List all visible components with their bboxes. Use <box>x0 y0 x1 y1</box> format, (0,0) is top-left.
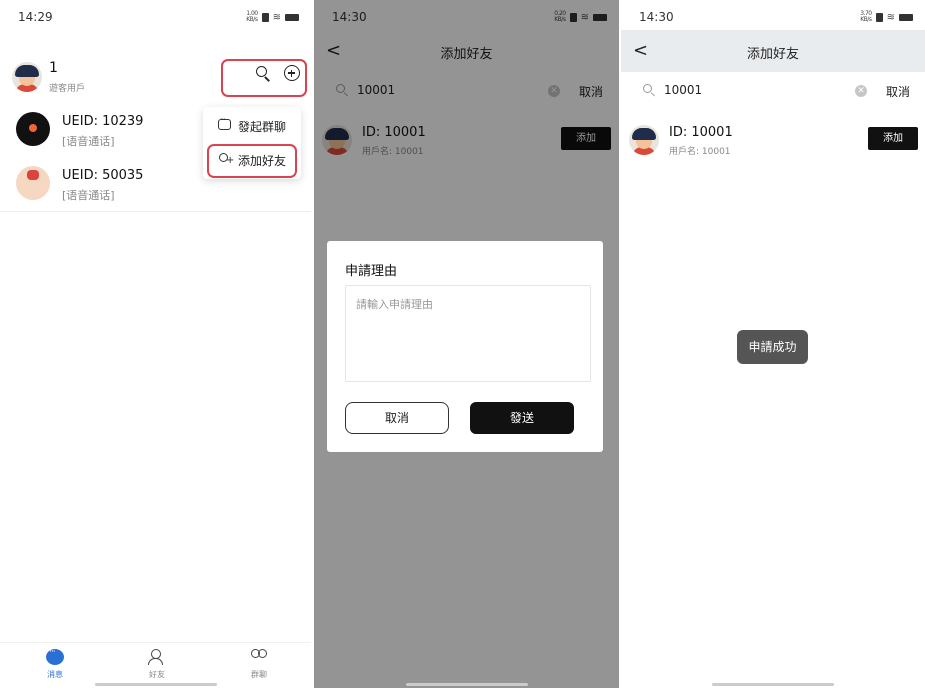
highlight-box <box>207 144 297 178</box>
reason-placeholder: 請輸入申請理由 <box>356 298 433 311</box>
conversation-preview: [语音通话] <box>62 189 115 202</box>
friends-icon <box>148 649 166 665</box>
avatar <box>16 112 50 146</box>
status-icons: 3.70 KB/s ≋ <box>860 11 913 23</box>
status-time: 14:29 <box>18 10 53 24</box>
reason-input[interactable]: 請輸入申請理由 <box>345 285 591 382</box>
status-bar: 14:29 1.00 KB/s ≋ <box>0 0 311 36</box>
search-icon <box>643 84 655 97</box>
cancel-search-button[interactable]: 取消 <box>886 83 910 100</box>
conversation-title: UEID: 10239 <box>62 114 144 129</box>
group-icon <box>250 649 268 665</box>
menu-item-label: 發起群聊 <box>238 120 287 134</box>
wifi-icon: ≋ <box>886 11 895 23</box>
home-indicator[interactable] <box>405 683 528 686</box>
sim-icon <box>261 12 269 22</box>
messages-screen: 14:29 1.00 KB/s ≋ 1 遊客用戶 UEID: 10239 [语音… <box>0 0 311 688</box>
start-group-chat-menu-item[interactable]: 發起群聊 <box>203 109 301 143</box>
plus-circle-icon[interactable] <box>284 65 300 81</box>
conversation-preview: [语音通话] <box>62 135 115 148</box>
request-dialog: 申請理由 請輸入申請理由 取消 發送 <box>327 241 603 452</box>
status-icons: 1.00 KB/s ≋ <box>246 11 299 23</box>
nav-bar: < 添加好友 <box>621 30 925 72</box>
battery-icon <box>285 13 299 21</box>
home-indicator[interactable] <box>94 683 217 686</box>
search-result: ID: 10001 用戶名: 10001 添加 <box>621 116 925 164</box>
tab-messages[interactable]: 消息 <box>25 647 85 685</box>
search-icon[interactable] <box>256 66 270 82</box>
network-speed: 1.00 KB/s <box>246 10 258 23</box>
tab-friends[interactable]: 好友 <box>127 649 187 685</box>
avatar <box>16 166 50 200</box>
result-username: 用戶名: 10001 <box>669 147 731 157</box>
tab-label: 消息 <box>47 670 63 679</box>
message-icon <box>46 647 64 665</box>
cancel-button[interactable]: 取消 <box>345 402 449 434</box>
success-toast: 申請成功 <box>737 330 808 364</box>
send-button[interactable]: 發送 <box>470 402 574 434</box>
dialog-title: 申請理由 <box>345 264 398 279</box>
battery-icon <box>899 13 913 21</box>
wifi-icon: ≋ <box>272 11 281 23</box>
avatar <box>629 125 659 155</box>
add-button[interactable]: 添加 <box>868 127 918 150</box>
search-input[interactable]: 10001 <box>664 83 702 97</box>
search-bar: 10001 ✕ 取消 <box>621 76 925 108</box>
home-indicator[interactable] <box>712 683 834 686</box>
add-friend-success-screen: 14:30 3.70 KB/s ≋ < 添加好友 10001 ✕ 取消 ID: … <box>621 0 925 688</box>
chat-icon <box>218 115 231 130</box>
network-speed: 3.70 KB/s <box>860 10 872 23</box>
add-friend-dialog-screen: 14:30 0.20 KB/s ≋ < 添加好友 10001 ✕ 取消 ID: … <box>314 0 619 688</box>
tab-bar: 消息 好友 群聊 <box>0 642 311 688</box>
conversation-title: UEID: 50035 <box>62 168 144 183</box>
sim-icon <box>875 12 883 22</box>
profile-header: 1 遊客用戶 <box>0 55 311 99</box>
tab-label: 群聊 <box>251 670 267 679</box>
clear-icon[interactable]: ✕ <box>855 85 867 97</box>
tab-label: 好友 <box>149 670 165 679</box>
result-id: ID: 10001 <box>669 125 733 140</box>
page-title: 添加好友 <box>746 47 799 62</box>
modal-overlay[interactable]: 申請理由 請輸入申請理由 取消 發送 <box>314 0 619 688</box>
avatar[interactable] <box>12 62 42 92</box>
tab-groups[interactable]: 群聊 <box>229 649 289 685</box>
user-name: 1 <box>49 60 58 76</box>
status-time: 14:30 <box>639 10 674 24</box>
user-type: 遊客用戶 <box>49 84 86 94</box>
